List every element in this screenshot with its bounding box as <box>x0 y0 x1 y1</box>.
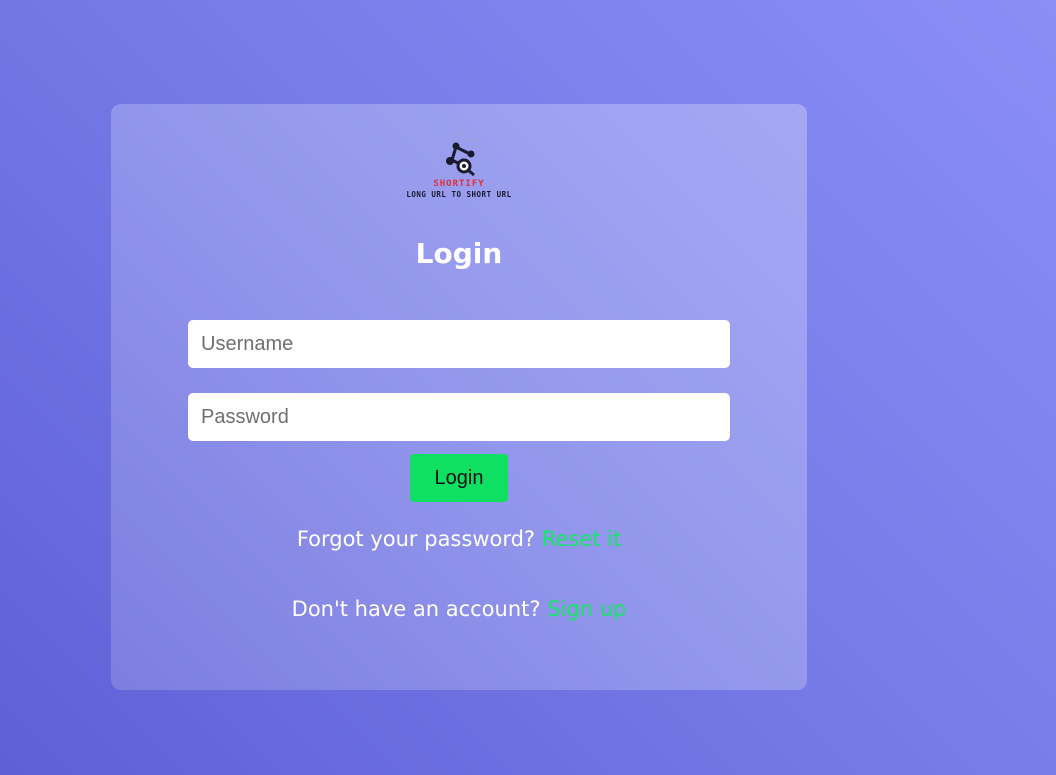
page-title: Login <box>415 237 503 270</box>
logo-tagline: LONG URL TO SHORT URL <box>406 190 512 199</box>
share-nodes-icon <box>438 131 480 178</box>
forgot-password-line: Forgot your password? Reset it <box>111 529 807 550</box>
forgot-password-text: Forgot your password? <box>296 527 536 551</box>
logo-brand: SHORTIFY <box>433 179 485 189</box>
username-input[interactable] <box>188 320 730 368</box>
reset-password-link[interactable]: Reset it <box>542 527 621 551</box>
login-card: SHORTIFY LONG URL TO SHORT URL Login Log… <box>111 104 807 690</box>
password-input[interactable] <box>188 393 730 441</box>
signup-line: Don't have an account? Sign up <box>111 599 807 620</box>
signup-link[interactable]: Sign up <box>547 597 626 621</box>
signup-text: Don't have an account? <box>291 597 541 621</box>
logo: SHORTIFY LONG URL TO SHORT URL <box>398 130 520 202</box>
login-button[interactable]: Login <box>410 454 508 502</box>
